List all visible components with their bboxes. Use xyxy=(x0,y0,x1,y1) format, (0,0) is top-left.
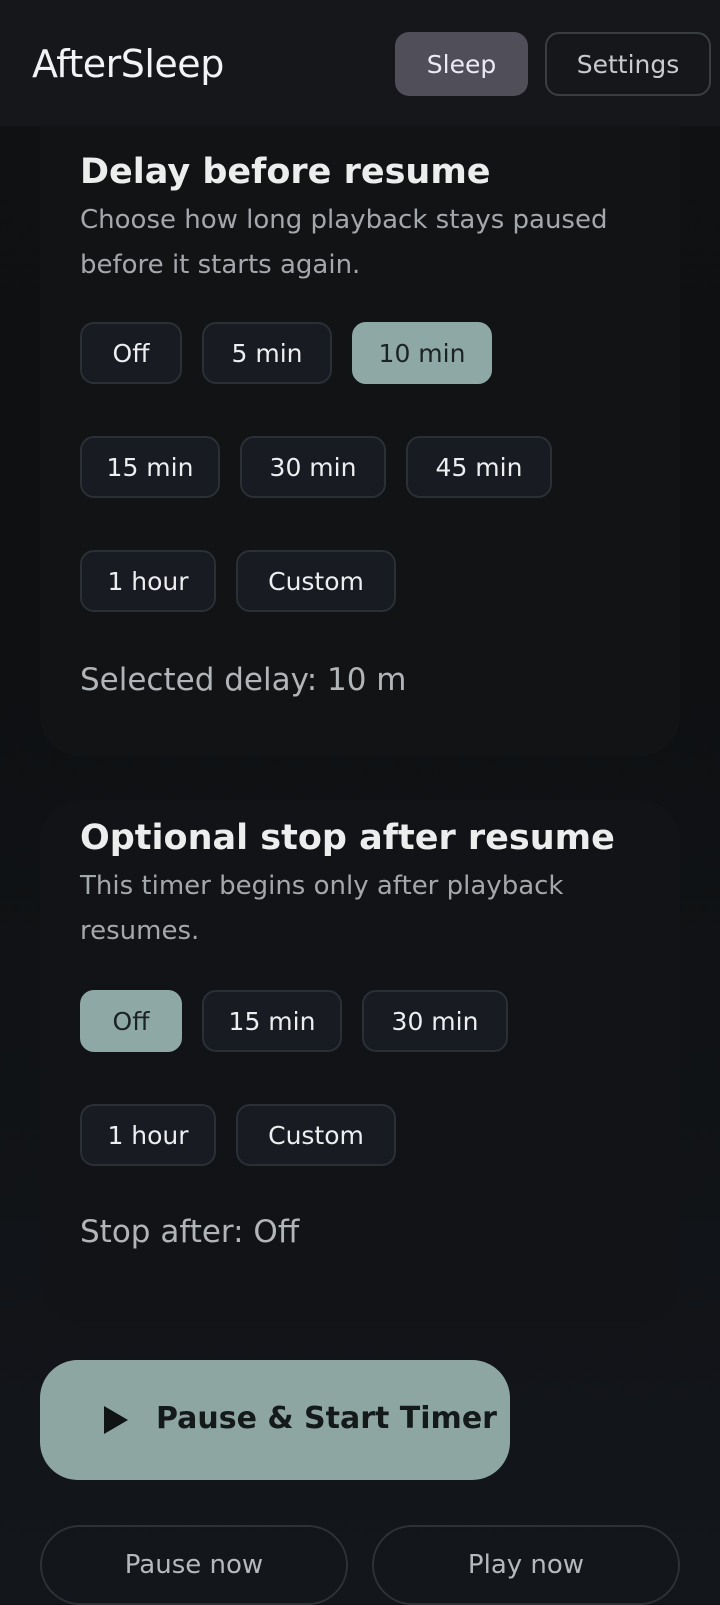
delay-option-45-min[interactable]: 45 min xyxy=(406,436,552,498)
nav-sleep-button[interactable]: Sleep xyxy=(395,32,528,96)
delay-option-1-hour[interactable]: 1 hour xyxy=(80,550,216,612)
pause-and-start-timer-label: Pause & Start Timer xyxy=(156,1401,497,1436)
app-title: AfterSleep xyxy=(32,42,224,86)
stop-option-off[interactable]: Off xyxy=(80,990,182,1052)
stop-after-card: Optional stop after resume This timer be… xyxy=(40,800,680,1322)
top-app-bar: AfterSleep Sleep Settings xyxy=(0,0,720,126)
play-icon xyxy=(104,1406,128,1434)
delay-option-custom[interactable]: Custom xyxy=(236,550,396,612)
stop-after-summary: Stop after: Off xyxy=(80,1214,300,1250)
stop-option-custom[interactable]: Custom xyxy=(236,1104,396,1166)
delay-option-15-min[interactable]: 15 min xyxy=(80,436,220,498)
delay-option-10-min[interactable]: 10 min xyxy=(352,322,492,384)
delay-option-30-min[interactable]: 30 min xyxy=(240,436,386,498)
delay-option-off[interactable]: Off xyxy=(80,322,182,384)
selected-delay-summary: Selected delay: 10 m xyxy=(80,662,407,698)
play-now-button[interactable]: Play now xyxy=(372,1525,680,1605)
delay-option-5-min[interactable]: 5 min xyxy=(202,322,332,384)
stop-title: Optional stop after resume xyxy=(80,818,615,858)
pause-now-button[interactable]: Pause now xyxy=(40,1525,348,1605)
nav-settings-button[interactable]: Settings xyxy=(545,32,711,96)
stop-option-15-min[interactable]: 15 min xyxy=(202,990,342,1052)
pause-and-start-timer-button[interactable]: Pause & Start Timer xyxy=(40,1360,510,1480)
delay-title: Delay before resume xyxy=(80,152,491,192)
delay-description: Choose how long playback stays paused be… xyxy=(80,205,608,280)
stop-option-30-min[interactable]: 30 min xyxy=(362,990,508,1052)
delay-card: Delay before resume Choose how long play… xyxy=(40,126,680,756)
stop-description: This timer begins only after playback re… xyxy=(80,871,564,946)
stop-option-1-hour[interactable]: 1 hour xyxy=(80,1104,216,1166)
